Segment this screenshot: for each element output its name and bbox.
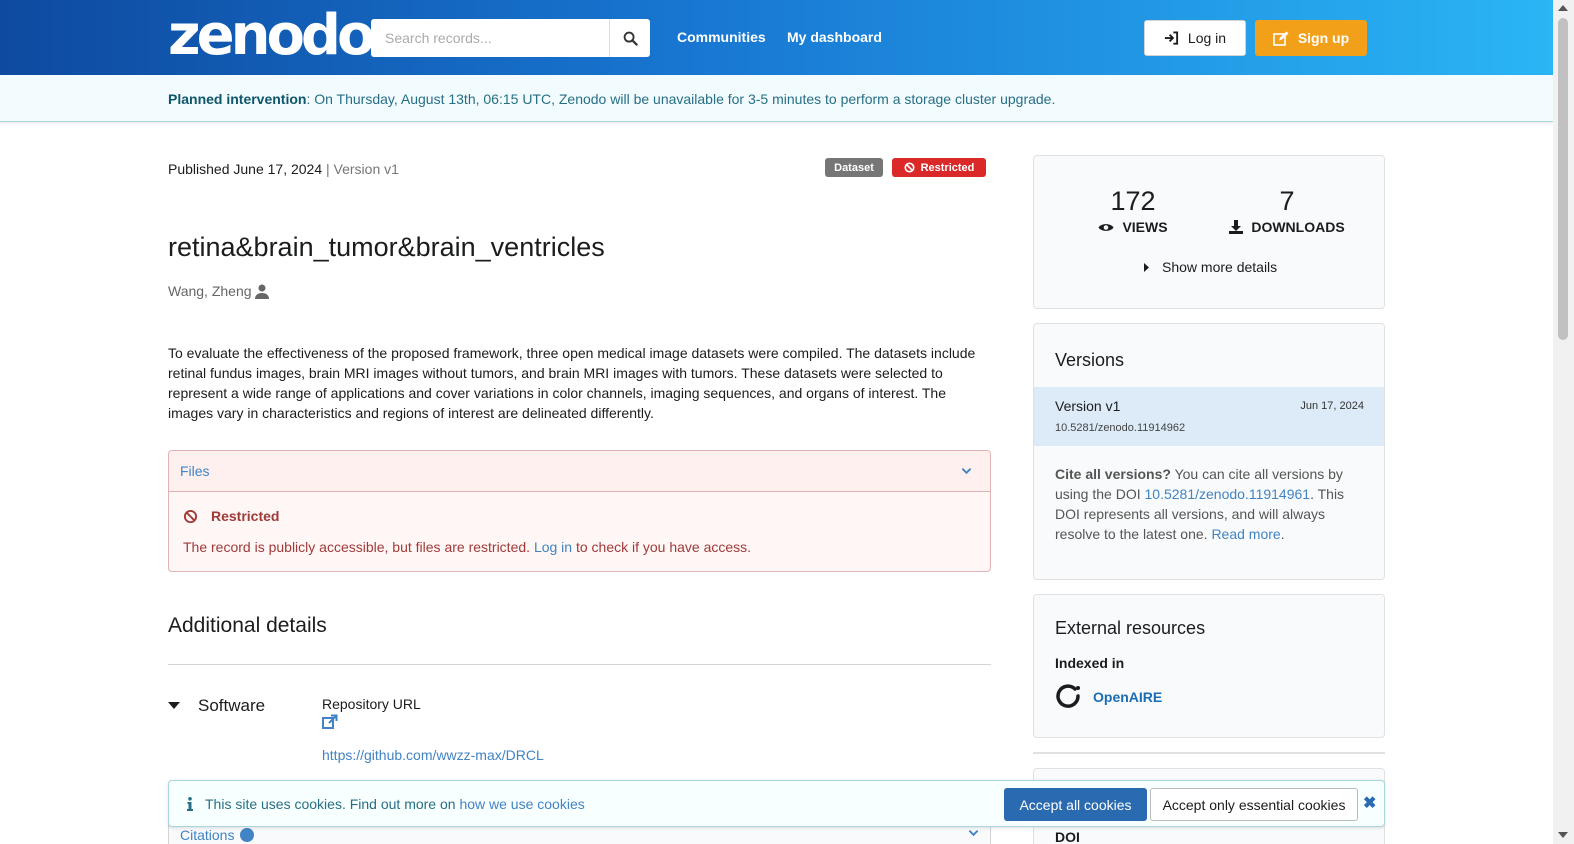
ban-icon: [183, 509, 198, 523]
files-panel: Files Restricted The record is publicly …: [168, 450, 991, 572]
record-title: retina&brain_tumor&brain_ventricles: [168, 232, 605, 262]
cookie-policy-link[interactable]: how we use cookies: [459, 796, 584, 812]
signup-button[interactable]: Sign up: [1255, 20, 1367, 56]
files-accordion-header[interactable]: Files: [169, 451, 990, 492]
record-description: To evaluate the effectiveness of the pro…: [168, 345, 976, 421]
login-button[interactable]: Log in: [1144, 20, 1246, 56]
files-login-link[interactable]: Log in: [534, 539, 572, 555]
views-stat: 172 VIEWS: [1098, 186, 1168, 235]
info-icon: [187, 797, 193, 811]
indexed-in-label: Indexed in: [1055, 655, 1125, 671]
show-more-details-toggle[interactable]: Show more details: [1144, 259, 1277, 275]
stats-card: 172 VIEWS 7 DOWNLOADS Show more details: [1033, 155, 1385, 309]
user-icon: [254, 284, 269, 299]
restricted-title: Restricted: [183, 508, 279, 524]
versions-title: Versions: [1055, 350, 1125, 370]
signup-label: Sign up: [1297, 30, 1350, 46]
software-toggle[interactable]: Software: [168, 696, 265, 716]
cookie-message: This site uses cookies. Find out more on…: [187, 796, 585, 812]
cite-all-versions-text: Cite all versions? You can cite all vers…: [1055, 466, 1345, 542]
nav-communities[interactable]: Communities: [677, 29, 766, 45]
scroll-down-arrow[interactable]: [1558, 832, 1568, 838]
version-date: Jun 17, 2024: [1300, 400, 1364, 412]
openaire-logo-icon: [1056, 684, 1080, 708]
page-scrollbar[interactable]: [1553, 0, 1574, 844]
edit-icon: [1273, 31, 1289, 46]
search-input[interactable]: [371, 19, 609, 57]
banner-message: Planned intervention: On Thursday, Augus…: [168, 91, 1056, 107]
nav-my-dashboard[interactable]: My dashboard: [787, 29, 882, 45]
accept-essential-cookies-button[interactable]: Accept only essential cookies: [1150, 788, 1358, 821]
publication-info: Published June 17, 2024 | Version v1: [168, 161, 399, 177]
caret-down-icon: [168, 702, 180, 709]
external-resources-title: External resources: [1055, 618, 1206, 638]
ban-icon: [904, 162, 915, 173]
cookie-banner: This site uses cookies. Find out more on…: [168, 780, 1385, 827]
search-button[interactable]: [609, 19, 650, 57]
sign-in-icon: [1164, 31, 1178, 45]
read-more-link[interactable]: Read more: [1211, 526, 1280, 542]
login-label: Log in: [1187, 30, 1227, 46]
site-header: zenodo Communities My dashboard Log in S…: [0, 0, 1553, 75]
scroll-thumb[interactable]: [1558, 18, 1568, 340]
maintenance-banner: Planned intervention: On Thursday, Augus…: [0, 75, 1553, 122]
concept-doi-link[interactable]: 10.5281/zenodo.11914961: [1145, 486, 1311, 502]
sidebar-divider: [1033, 752, 1385, 754]
external-link-icon[interactable]: [322, 714, 338, 730]
close-icon[interactable]: ✖: [1363, 793, 1376, 813]
repository-url-label: Repository URL: [322, 696, 421, 712]
repository-url-link[interactable]: https://github.com/wwzz-max/DRCL: [322, 747, 544, 763]
external-resources-card: External resources Indexed in OpenAIRE: [1033, 594, 1385, 738]
chevron-down-icon: [968, 830, 979, 837]
chevron-down-icon: [961, 468, 972, 475]
versions-card: Versions Version v1 Jun 17, 2024 10.5281…: [1033, 323, 1385, 580]
version-doi: 10.5281/zenodo.11914962: [1055, 422, 1186, 434]
divider: [168, 664, 991, 665]
version-item-current[interactable]: Version v1 Jun 17, 2024 10.5281/zenodo.1…: [1034, 387, 1384, 446]
search-icon: [623, 31, 638, 46]
version-name: Version v1: [1055, 398, 1121, 414]
additional-details-heading: Additional details: [168, 614, 327, 637]
author[interactable]: Wang, Zheng: [168, 283, 269, 299]
scroll-up-arrow[interactable]: [1558, 5, 1568, 11]
eye-icon: [1098, 223, 1114, 231]
version-label: Version v1: [333, 161, 399, 177]
resource-type-badge: Dataset: [825, 158, 883, 177]
accept-all-cookies-button[interactable]: Accept all cookies: [1004, 788, 1147, 821]
zenodo-logo[interactable]: zenodo: [168, 6, 375, 66]
restricted-message: The record is publicly accessible, but f…: [183, 539, 752, 555]
access-badge: Restricted: [892, 158, 986, 177]
openaire-link[interactable]: OpenAIRE: [1055, 683, 1162, 711]
caret-right-icon: [1144, 262, 1149, 272]
question-circle-icon: [240, 828, 255, 842]
download-icon: [1229, 220, 1244, 234]
downloads-stat: 7 DOWNLOADS: [1228, 186, 1346, 235]
